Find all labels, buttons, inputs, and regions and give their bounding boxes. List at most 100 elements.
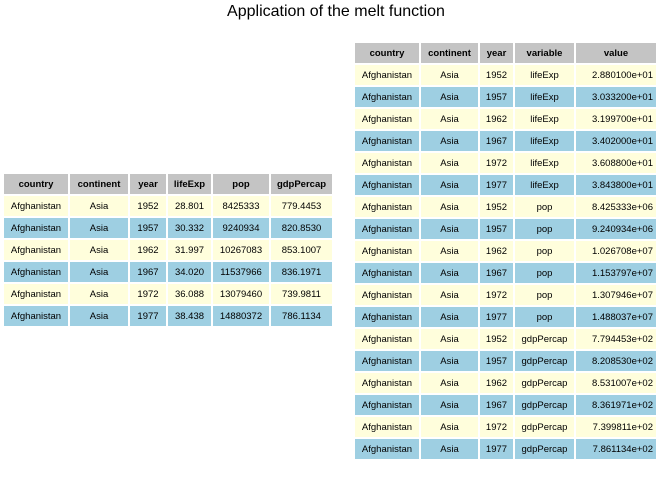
table-cell-country: Afghanistan <box>4 284 68 304</box>
table-row: Afghanistan Asia 1972 gdpPercap 7.399811e+02 <box>355 417 656 437</box>
table-row: Afghanistan Asia 1952 lifeExp 2.880100e+01 <box>355 65 656 85</box>
table-cell-lifeexp: 28.801 <box>168 196 211 216</box>
table-cell-pop: 9240934 <box>213 218 269 238</box>
table-cell-variable: pop <box>515 241 574 261</box>
table-cell-gdppercap: 836.1971 <box>271 262 332 282</box>
table-row: Afghanistan Asia 1957 lifeExp 3.033200e+01 <box>355 87 656 107</box>
column-header-continent: continent <box>70 174 128 194</box>
table-row: Afghanistan Asia 1977 pop 1.488037e+07 <box>355 307 656 327</box>
table-cell-lifeexp: 36.088 <box>168 284 211 304</box>
table-cell-country: Afghanistan <box>355 153 419 173</box>
table-cell-variable: gdpPercap <box>515 351 574 371</box>
table-cell-continent: Asia <box>70 240 128 260</box>
table-cell-gdppercap: 739.9811 <box>271 284 332 304</box>
table-cell-year: 1967 <box>480 395 513 415</box>
table-cell-continent: Asia <box>421 417 478 437</box>
table-cell-continent: Asia <box>421 395 478 415</box>
table-row: Afghanistan Asia 1977 lifeExp 3.843800e+01 <box>355 175 656 195</box>
table-cell-variable: pop <box>515 307 574 327</box>
table-cell-lifeexp: 34.020 <box>168 262 211 282</box>
table-cell-year: 1972 <box>480 153 513 173</box>
table-cell-gdppercap: 820.8530 <box>271 218 332 238</box>
table-cell-continent: Asia <box>70 196 128 216</box>
table-cell-country: Afghanistan <box>355 417 419 437</box>
table-cell-year: 1972 <box>130 284 166 304</box>
table-cell-variable: lifeExp <box>515 109 574 129</box>
column-header-variable: variable <box>515 43 574 63</box>
column-header-year: year <box>130 174 166 194</box>
table-cell-continent: Asia <box>421 373 478 393</box>
table-cell-continent: Asia <box>421 263 478 283</box>
table-cell-country: Afghanistan <box>355 175 419 195</box>
table-cell-variable: pop <box>515 285 574 305</box>
table-cell-country: Afghanistan <box>355 439 419 459</box>
table-cell-value: 3.199700e+01 <box>576 109 656 129</box>
table-row: Afghanistan Asia 1977 gdpPercap 7.861134e+02 <box>355 439 656 459</box>
table-cell-year: 1977 <box>130 306 166 326</box>
table-row: Afghanistan Asia 1962 31.997 10267083 853.100… <box>4 240 332 260</box>
table-cell-pop: 11537966 <box>213 262 269 282</box>
table-cell-value: 8.425333e+06 <box>576 197 656 217</box>
table-cell-value: 1.153797e+07 <box>576 263 656 283</box>
table-cell-value: 8.208530e+02 <box>576 351 656 371</box>
table-cell-year: 1962 <box>480 109 513 129</box>
table-row: Afghanistan Asia 1967 lifeExp 3.402000e+01 <box>355 131 656 151</box>
table-cell-country: Afghanistan <box>355 241 419 261</box>
table-cell-continent: Asia <box>421 197 478 217</box>
table-cell-continent: Asia <box>421 241 478 261</box>
table-cell-lifeexp: 31.997 <box>168 240 211 260</box>
table-cell-continent: Asia <box>421 219 478 239</box>
table-cell-continent: Asia <box>421 131 478 151</box>
table-cell-continent: Asia <box>421 65 478 85</box>
table-cell-year: 1952 <box>480 65 513 85</box>
table-row: Afghanistan Asia 1972 36.088 13079460 739.981… <box>4 284 332 304</box>
table-cell-variable: lifeExp <box>515 131 574 151</box>
table-cell-variable: lifeExp <box>515 175 574 195</box>
table-cell-continent: Asia <box>421 109 478 129</box>
table-cell-gdppercap: 853.1007 <box>271 240 332 260</box>
table-cell-year: 1962 <box>480 241 513 261</box>
table-cell-year: 1952 <box>480 329 513 349</box>
table-row: Afghanistan Asia 1952 pop 8.425333e+06 <box>355 197 656 217</box>
table-cell-variable: lifeExp <box>515 65 574 85</box>
table-cell-variable: pop <box>515 197 574 217</box>
table-cell-value: 7.399811e+02 <box>576 417 656 437</box>
table-cell-year: 1957 <box>130 218 166 238</box>
table-row: Afghanistan Asia 1972 lifeExp 3.608800e+01 <box>355 153 656 173</box>
table-cell-country: Afghanistan <box>355 307 419 327</box>
table-cell-value: 9.240934e+06 <box>576 219 656 239</box>
table-cell-year: 1952 <box>480 197 513 217</box>
table-cell-country: Afghanistan <box>4 240 68 260</box>
table-cell-variable: gdpPercap <box>515 329 574 349</box>
table-cell-value: 1.307946e+07 <box>576 285 656 305</box>
table-cell-country: Afghanistan <box>355 395 419 415</box>
table-row: Afghanistan Asia 1967 pop 1.153797e+07 <box>355 263 656 283</box>
table-cell-continent: Asia <box>421 153 478 173</box>
table-cell-pop: 8425333 <box>213 196 269 216</box>
table-cell-country: Afghanistan <box>355 285 419 305</box>
table-cell-year: 1957 <box>480 87 513 107</box>
table-cell-country: Afghanistan <box>355 87 419 107</box>
table-cell-year: 1972 <box>480 285 513 305</box>
table-row: Afghanistan Asia 1967 34.020 11537966 836.197… <box>4 262 332 282</box>
table-row: Afghanistan Asia 1967 gdpPercap 8.361971e+02 <box>355 395 656 415</box>
table-cell-year: 1967 <box>130 262 166 282</box>
table-cell-country: Afghanistan <box>355 373 419 393</box>
table-cell-year: 1967 <box>480 263 513 283</box>
table-cell-pop: 13079460 <box>213 284 269 304</box>
table-cell-continent: Asia <box>421 439 478 459</box>
column-header-country: country <box>4 174 68 194</box>
table-cell-value: 7.794453e+02 <box>576 329 656 349</box>
table-cell-variable: pop <box>515 263 574 283</box>
table-cell-year: 1977 <box>480 175 513 195</box>
table-cell-gdppercap: 779.4453 <box>271 196 332 216</box>
table-cell-continent: Asia <box>421 351 478 371</box>
table-cell-variable: gdpPercap <box>515 417 574 437</box>
long-table-body: Afghanistan Asia 1952 lifeExp 2.880100e+01 Af… <box>355 65 656 459</box>
table-cell-value: 8.531007e+02 <box>576 373 656 393</box>
table-cell-continent: Asia <box>421 175 478 195</box>
column-header-gdppercap: gdpPercap <box>271 174 332 194</box>
page-title: Application of the melt function <box>227 3 445 20</box>
table-cell-year: 1962 <box>480 373 513 393</box>
table-cell-pop: 14880372 <box>213 306 269 326</box>
